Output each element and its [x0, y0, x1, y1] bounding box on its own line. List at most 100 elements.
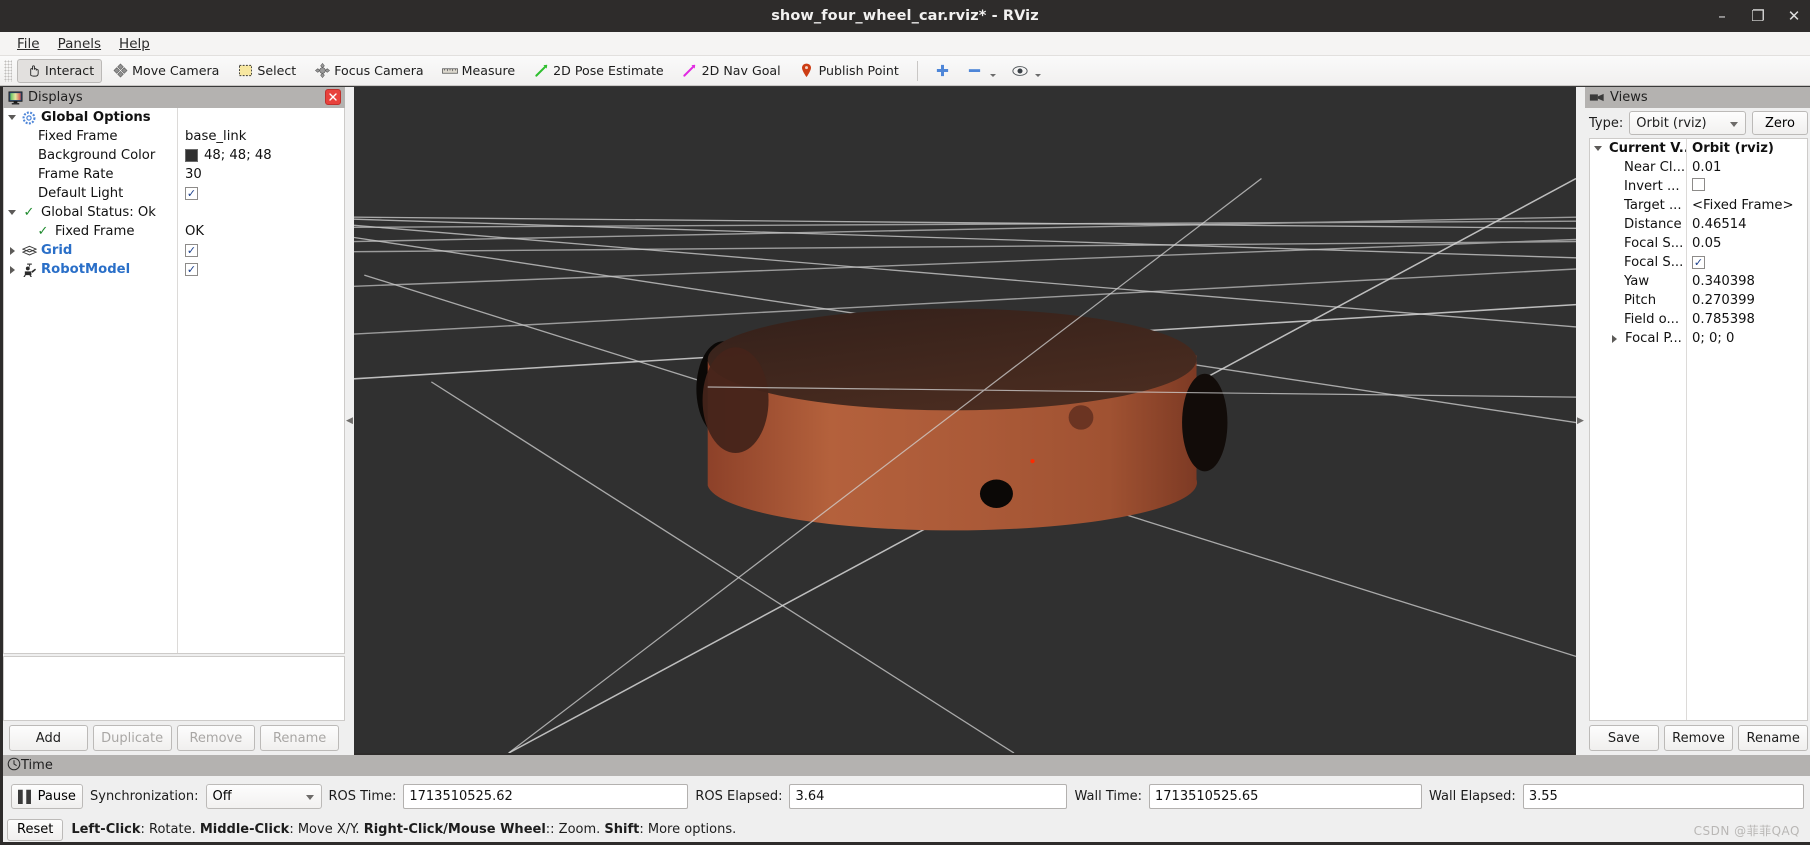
maximize-button[interactable]: ❐ — [1750, 8, 1766, 24]
checkbox[interactable]: ✓ — [1692, 256, 1705, 269]
row-value[interactable]: 0.01 — [1692, 160, 1721, 175]
tool-remove-view[interactable] — [960, 59, 1003, 83]
add-button[interactable]: Add — [9, 725, 88, 751]
tool-visibility[interactable] — [1005, 59, 1048, 83]
view-type-select[interactable]: Orbit (rviz) — [1629, 111, 1746, 135]
chevron-right-icon[interactable] — [4, 265, 20, 274]
table-row[interactable]: Target ... <Fixed Frame> — [1590, 196, 1807, 215]
duplicate-button[interactable]: Duplicate — [92, 725, 172, 751]
row-value[interactable]: 0.46514 — [1692, 217, 1747, 232]
views-tree[interactable]: Current V... Orbit (rviz) Near Cl... 0.0… — [1589, 138, 1808, 721]
nav-goal-arrow-icon — [682, 63, 698, 79]
table-row[interactable]: Invert ... — [1590, 177, 1807, 196]
window-title: show_four_wheel_car.rviz* - RViz — [771, 8, 1039, 24]
row-value[interactable]: 0.270399 — [1692, 293, 1755, 308]
right-splitter[interactable]: ▶ — [1576, 87, 1585, 755]
wall-elapsed-field[interactable]: 3.55 — [1522, 784, 1804, 809]
menu-help[interactable]: Help — [110, 34, 159, 54]
chevron-down-icon[interactable] — [4, 115, 20, 120]
minimize-button[interactable]: – — [1714, 8, 1730, 24]
row-value[interactable]: 48; 48; 48 — [204, 148, 272, 163]
table-row[interactable]: Near Cl... 0.01 — [1590, 158, 1807, 177]
table-row[interactable]: Focal P... 0; 0; 0 — [1590, 329, 1807, 348]
3d-viewport[interactable] — [354, 87, 1576, 755]
tool-publish-point[interactable]: Publish Point — [791, 59, 907, 83]
table-row[interactable]: ✓ Fixed Frame OK — [4, 222, 344, 241]
ros-time-field[interactable]: 1713510525.62 — [403, 784, 689, 809]
row-label: Target ... — [1624, 198, 1682, 213]
row-label: Focal S... — [1624, 255, 1684, 270]
remove-button[interactable]: Remove — [176, 725, 256, 751]
chevron-right-icon[interactable] — [4, 246, 20, 255]
save-button[interactable]: Save — [1589, 725, 1659, 751]
table-row[interactable]: Distance 0.46514 — [1590, 215, 1807, 234]
checkbox[interactable]: ✓ — [185, 244, 198, 257]
tool-add-view[interactable] — [928, 59, 958, 83]
synchronization-select[interactable]: Off — [205, 784, 322, 809]
clock-icon — [7, 757, 21, 775]
views-type-bar: Type: Orbit (rviz) Zero — [1585, 108, 1810, 138]
reset-button[interactable]: Reset — [7, 818, 64, 841]
table-row[interactable]: Focal S... 0.05 — [1590, 234, 1807, 253]
tool-measure[interactable]: Measure — [434, 59, 524, 83]
row-label: Focal P... — [1625, 331, 1682, 346]
tool-2d-pose-estimate[interactable]: 2D Pose Estimate — [525, 59, 672, 83]
table-row[interactable]: ✓ Global Status: Ok — [4, 203, 344, 222]
table-row[interactable]: Global Options — [4, 108, 344, 127]
row-value[interactable]: 0.785398 — [1692, 312, 1755, 327]
close-icon[interactable] — [325, 89, 341, 105]
hand-icon — [25, 63, 41, 79]
table-row[interactable]: RobotModel ✓ — [4, 260, 344, 279]
hint-right-click-desc: :: Zoom. — [545, 822, 605, 837]
wall-time-value: 1713510525.65 — [1155, 789, 1259, 804]
row-value[interactable]: <Fixed Frame> — [1692, 198, 1794, 213]
color-swatch[interactable] — [185, 149, 198, 162]
move-camera-icon — [112, 63, 128, 79]
row-value[interactable]: 0; 0; 0 — [1692, 331, 1734, 346]
focus-camera-icon — [314, 63, 330, 79]
chevron-down-icon[interactable] — [1590, 146, 1606, 151]
tool-select[interactable]: Select — [229, 59, 304, 83]
table-row[interactable]: Default Light ✓ — [4, 184, 344, 203]
table-row[interactable]: Frame Rate 30 — [4, 165, 344, 184]
checkbox[interactable]: ✓ — [185, 263, 198, 276]
table-row[interactable]: Yaw 0.340398 — [1590, 272, 1807, 291]
checkbox[interactable]: ✓ — [185, 187, 198, 200]
close-button[interactable]: ✕ — [1786, 8, 1802, 24]
table-row[interactable]: Fixed Frame base_link — [4, 127, 344, 146]
gear-icon — [20, 111, 38, 125]
views-column-divider — [1686, 139, 1687, 720]
title-bar: show_four_wheel_car.rviz* - RViz – ❐ ✕ — [0, 0, 1810, 32]
table-row[interactable]: Current V... Orbit (rviz) — [1590, 139, 1807, 158]
row-value[interactable]: 0.340398 — [1692, 274, 1755, 289]
table-row[interactable]: Grid ✓ — [4, 241, 344, 260]
left-splitter[interactable]: ◀ — [345, 87, 354, 755]
row-value[interactable]: base_link — [185, 129, 246, 144]
chevron-right-icon[interactable] — [1606, 334, 1622, 343]
pause-button[interactable]: ▌▌ Pause — [11, 784, 83, 809]
displays-tree[interactable]: Global Options Fixed Frame base_link Bac… — [3, 108, 345, 654]
row-value[interactable]: 30 — [185, 167, 202, 182]
rename-view-button[interactable]: Rename — [1738, 725, 1809, 751]
tool-measure-label: Measure — [461, 63, 516, 78]
tool-2d-nav-goal[interactable]: 2D Nav Goal — [674, 59, 789, 83]
menu-file[interactable]: File — [8, 34, 49, 54]
tool-move-camera[interactable]: Move Camera — [104, 59, 227, 83]
rename-button[interactable]: Rename — [260, 725, 339, 751]
ros-elapsed-field[interactable]: 3.64 — [789, 784, 1068, 809]
menu-panels[interactable]: Panels — [49, 34, 110, 54]
chevron-down-icon[interactable] — [4, 210, 20, 215]
row-value[interactable]: 0.05 — [1692, 236, 1721, 251]
table-row[interactable]: Background Color 48; 48; 48 — [4, 146, 344, 165]
wall-time-field[interactable]: 1713510525.65 — [1149, 784, 1423, 809]
caster-wheel — [979, 479, 1013, 508]
checkbox[interactable] — [1692, 178, 1705, 191]
toolbar-drag-handle[interactable] — [4, 59, 12, 82]
zero-button[interactable]: Zero — [1752, 111, 1808, 135]
remove-view-button[interactable]: Remove — [1663, 725, 1734, 751]
tool-focus-camera[interactable]: Focus Camera — [306, 59, 431, 83]
tool-interact[interactable]: Interact — [17, 58, 103, 83]
table-row[interactable]: Focal S... ✓ — [1590, 253, 1807, 272]
table-row[interactable]: Field o... 0.785398 — [1590, 310, 1807, 329]
table-row[interactable]: Pitch 0.270399 — [1590, 291, 1807, 310]
